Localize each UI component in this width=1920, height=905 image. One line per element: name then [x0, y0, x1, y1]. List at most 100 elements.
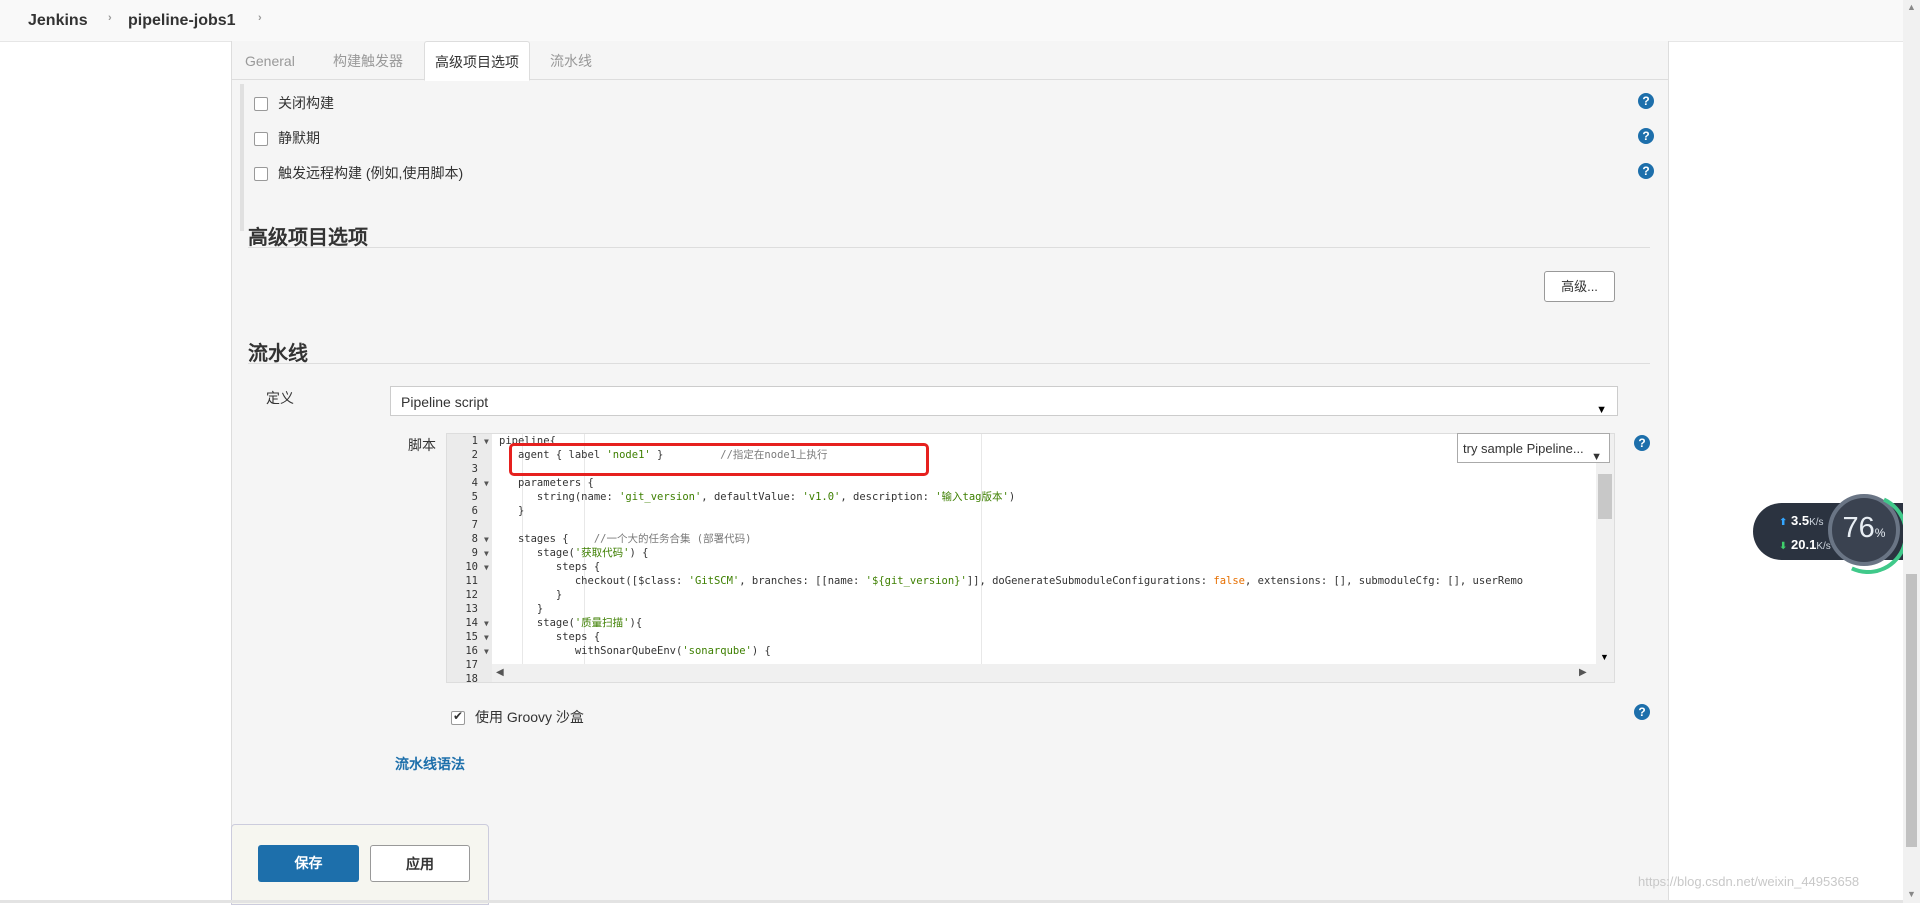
option-label: 触发远程构建 (例如,使用脚本) — [278, 165, 464, 181]
code-line: parameters { — [499, 476, 594, 490]
code-token: ) — [1008, 491, 1016, 503]
editor-scroll-thumb[interactable] — [1598, 474, 1612, 519]
line-number: 12 — [465, 589, 478, 601]
code-token: '获取代码' — [574, 547, 630, 559]
tab-advanced-options[interactable]: 高级项目选项 — [424, 41, 530, 81]
scroll-down-icon[interactable]: ▼ — [1907, 889, 1916, 899]
advanced-button[interactable]: 高级... — [1544, 271, 1615, 302]
usage-percent: 76% — [1832, 512, 1896, 545]
fold-arrow-icon[interactable]: ▼ — [484, 619, 489, 628]
line-number: 1 — [471, 435, 478, 447]
save-button[interactable]: 保存 — [258, 845, 359, 882]
code-token: } — [499, 505, 525, 517]
upload-arrow-icon: ⬆ — [1779, 517, 1788, 528]
sample-pipeline-value: try sample Pipeline... — [1463, 441, 1584, 456]
upload-rate: ⬆ 3.5K/s — [1779, 513, 1824, 528]
quiet-period-checkbox[interactable] — [254, 132, 268, 147]
scroll-right-icon[interactable]: ▶ — [1579, 667, 1587, 678]
help-icon[interactable]: ? — [1634, 435, 1650, 451]
tab-general[interactable]: General — [235, 41, 305, 79]
line-number: 4 — [471, 477, 478, 489]
code-token: parameters { — [499, 477, 594, 489]
scroll-left-icon[interactable]: ◀ — [496, 667, 504, 678]
code-token: '${git_version}' — [865, 575, 967, 587]
code-token: , branches: [[name: — [739, 575, 866, 587]
code-token: withSonarQubeEnv( — [499, 645, 683, 657]
definition-select[interactable]: Pipeline script ▼ — [390, 386, 1618, 416]
code-token: ) { — [751, 645, 771, 657]
section-divider — [248, 247, 1650, 248]
fold-arrow-icon[interactable]: ▼ — [484, 437, 489, 446]
code-token: steps { — [499, 561, 601, 573]
usage-percent-sign: % — [1874, 526, 1886, 540]
groovy-sandbox-option[interactable]: 使用 Groovy 沙盒 — [451, 707, 584, 727]
chevron-right-icon[interactable]: › — [258, 12, 262, 24]
code-token: '质量扫描' — [574, 617, 630, 629]
apply-button[interactable]: 应用 — [370, 845, 470, 882]
help-icon[interactable]: ? — [1638, 163, 1654, 179]
disable-build-checkbox[interactable] — [254, 97, 268, 112]
breadcrumb-job[interactable]: pipeline-jobs1 — [128, 12, 236, 30]
line-number: 7 — [471, 519, 478, 531]
code-token: 'git_version' — [619, 491, 702, 503]
fold-arrow-icon[interactable]: ▼ — [484, 479, 489, 488]
line-number: 5 — [471, 491, 478, 503]
section-divider — [248, 363, 1650, 364]
dropdown-arrow-icon: ▼ — [1591, 451, 1602, 463]
code-token: 'GitSCM' — [688, 575, 740, 587]
code-token: '输入tag版本' — [935, 491, 1009, 503]
code-token: string(name: — [499, 491, 620, 503]
sample-pipeline-select[interactable]: try sample Pipeline... ▼ — [1457, 433, 1610, 463]
groovy-sandbox-checkbox[interactable] — [451, 709, 465, 726]
fold-arrow-icon[interactable]: ▼ — [484, 633, 489, 642]
code-token: } — [499, 589, 563, 601]
option-disable-build[interactable]: 关闭构建 — [254, 93, 334, 113]
tab-pipeline[interactable]: 流水线 — [540, 41, 602, 79]
download-rate: ⬇ 20.1K/s — [1779, 537, 1831, 552]
chevron-right-icon[interactable]: › — [108, 12, 112, 24]
fold-arrow-icon[interactable]: ▼ — [484, 549, 489, 558]
code-token: //一个大的任务合集 (部署代码) — [593, 533, 752, 545]
code-line: } — [499, 602, 543, 616]
download-value: 20.1 — [1791, 537, 1817, 552]
code-token: false — [1213, 575, 1245, 587]
remote-trigger-checkbox[interactable] — [254, 167, 268, 182]
tab-build-triggers[interactable]: 构建触发器 — [323, 41, 413, 79]
editor-horizontal-scrollbar[interactable]: ◀ ▶ — [492, 664, 1614, 682]
code-line: steps { — [499, 630, 600, 644]
code-token: stage( — [499, 617, 575, 629]
code-token: steps { — [499, 631, 601, 643]
code-token: ]], doGenerateSubmoduleConfigurations: — [966, 575, 1214, 587]
option-quiet-period[interactable]: 静默期 — [254, 128, 320, 148]
code-token: ) { — [629, 547, 649, 559]
line-number: 11 — [465, 575, 478, 587]
pipeline-syntax-link[interactable]: 流水线语法 — [395, 754, 465, 774]
scroll-up-icon[interactable]: ▲ — [1907, 2, 1916, 12]
option-remote-trigger[interactable]: 触发远程构建 (例如,使用脚本) — [254, 163, 463, 183]
fold-arrow-icon[interactable]: ▼ — [484, 647, 489, 656]
code-line: } — [499, 588, 562, 602]
upload-unit: K/s — [1809, 517, 1824, 528]
scroll-down-icon[interactable]: ▼ — [1600, 652, 1609, 662]
usage-gauge[interactable]: 76% — [1816, 482, 1920, 586]
code-line: withSonarQubeEnv('sonarqube') { — [499, 644, 771, 658]
help-icon[interactable]: ? — [1638, 93, 1654, 109]
section-title-advanced: 高级项目选项 — [248, 227, 368, 249]
help-icon[interactable]: ? — [1634, 704, 1650, 720]
indent-guide — [981, 434, 982, 682]
breadcrumb-jenkins[interactable]: Jenkins — [28, 12, 88, 30]
line-number: 15 — [465, 631, 478, 643]
line-number: 18 — [465, 673, 478, 683]
fold-arrow-icon[interactable]: ▼ — [484, 563, 489, 572]
line-number: 9 — [471, 547, 478, 559]
script-label: 脚本 — [408, 437, 436, 453]
fold-arrow-icon[interactable]: ▼ — [484, 535, 489, 544]
help-icon[interactable]: ? — [1638, 128, 1654, 144]
page-scroll-thumb[interactable] — [1906, 574, 1917, 847]
option-label: 静默期 — [278, 130, 320, 146]
code-token: 'v1.0' — [802, 491, 841, 503]
page-scrollbar[interactable]: ▲ ▼ — [1903, 0, 1920, 903]
line-number: 6 — [471, 505, 478, 517]
option-label: 关闭构建 — [278, 95, 334, 111]
code-line: stage('质量扫描'){ — [499, 616, 642, 630]
